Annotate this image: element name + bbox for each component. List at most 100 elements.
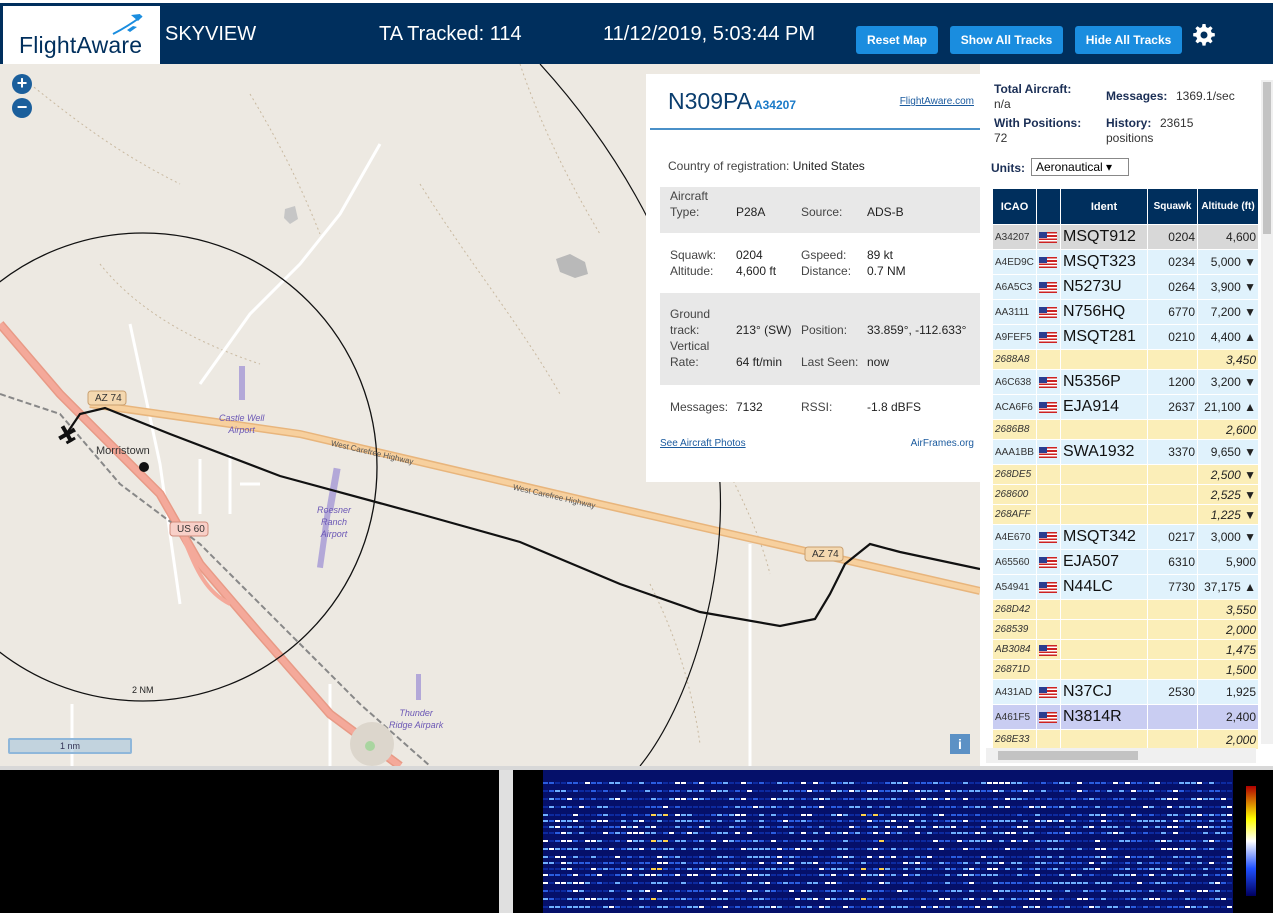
icao-cell: A9FEF5 xyxy=(992,324,1037,350)
table-row[interactable]: AAA1BB SWA1932 3370 9,650 ▼ xyxy=(992,439,1259,465)
flightaware-link[interactable]: FlightAware.com xyxy=(900,96,974,107)
squawk-cell xyxy=(1147,484,1198,505)
column-header-flag[interactable] xyxy=(1036,188,1061,225)
table-row[interactable]: 268E33 2,000 xyxy=(992,729,1259,750)
table-row[interactable]: A431AD N37CJ 2530 1,925 xyxy=(992,679,1259,705)
us-flag-icon xyxy=(1039,557,1057,569)
airframes-link[interactable]: AirFrames.org xyxy=(911,438,974,449)
altitude-cell: 3,000 ▼ xyxy=(1197,524,1259,550)
column-header-squawk[interactable]: Squawk xyxy=(1147,188,1198,225)
messages-label: Messages: xyxy=(1106,89,1168,103)
column-header-ident[interactable]: Ident xyxy=(1060,188,1148,225)
squawk-cell xyxy=(1147,504,1198,525)
icao-cell: A6A5C3 xyxy=(992,274,1037,300)
table-row[interactable]: ACA6F6 EJA914 2637 21,100 ▲ xyxy=(992,394,1259,420)
table-row[interactable]: 268DE5 2,500 ▼ xyxy=(992,464,1259,485)
reset-map-button[interactable]: Reset Map xyxy=(856,26,938,54)
altitude-cell: 2,000 xyxy=(1197,619,1259,640)
table-row[interactable]: 268600 2,525 ▼ xyxy=(992,484,1259,505)
squawk-cell: 0210 xyxy=(1147,324,1198,350)
flightaware-logo[interactable]: FlightAware xyxy=(3,6,160,64)
flag-cell xyxy=(1036,504,1061,525)
country-row: Country of registration: United States xyxy=(668,159,865,173)
sidebar-horizontal-scrollbar[interactable] xyxy=(986,748,1256,763)
altitude-cell: 2,600 xyxy=(1197,419,1259,440)
ident-cell: MSQT342 xyxy=(1060,524,1148,550)
flag-cell xyxy=(1036,619,1061,640)
show-all-tracks-button[interactable]: Show All Tracks xyxy=(950,26,1063,54)
icao-cell: A4ED9C xyxy=(992,249,1037,275)
column-header-icao[interactable]: ICAO xyxy=(992,188,1037,225)
altitude-cell: 1,475 xyxy=(1197,639,1259,660)
icao-cell: A431AD xyxy=(992,679,1037,705)
table-row[interactable]: A9FEF5 MSQT281 0210 4,400 ▲ xyxy=(992,324,1259,350)
zoom-out-button[interactable]: − xyxy=(12,98,32,118)
table-row[interactable]: 268AFF 1,225 ▼ xyxy=(992,504,1259,525)
table-row[interactable]: 268D42 3,550 xyxy=(992,599,1259,620)
zoom-in-button[interactable]: + xyxy=(12,74,32,94)
table-row[interactable]: A6A5C3 N5273U 0264 3,900 ▼ xyxy=(992,274,1259,300)
altitude-cell: 5,000 ▼ xyxy=(1197,249,1259,275)
flag-cell xyxy=(1036,574,1061,600)
altitude-cell: 2,000 xyxy=(1197,729,1259,750)
us-flag-icon xyxy=(1039,257,1057,269)
table-row[interactable]: 26871D 1,500 xyxy=(992,659,1259,680)
table-row[interactable]: A65560 EJA507 6310 5,900 xyxy=(992,549,1259,575)
ident-cell xyxy=(1060,504,1148,525)
table-row[interactable]: 2686B8 2,600 xyxy=(992,419,1259,440)
aircraft-hex: A34207 xyxy=(753,98,797,112)
table-row[interactable]: AB3084 1,475 xyxy=(992,639,1259,660)
squawk-cell xyxy=(1147,619,1198,640)
info-button[interactable]: i xyxy=(950,734,970,754)
table-row[interactable]: A4ED9C MSQT323 0234 5,000 ▼ xyxy=(992,249,1259,275)
table-row[interactable]: 2688A8 3,450 xyxy=(992,349,1259,370)
ident-cell: MSQT912 xyxy=(1060,224,1148,250)
table-row[interactable]: 268539 2,000 xyxy=(992,619,1259,640)
flag-cell xyxy=(1036,464,1061,485)
ident-cell xyxy=(1060,619,1148,640)
icao-cell: 268D42 xyxy=(992,599,1037,620)
messages-value: 1369.1/sec xyxy=(1176,89,1235,103)
icao-cell: A65560 xyxy=(992,549,1037,575)
ident-cell: N37CJ xyxy=(1060,679,1148,705)
squawk-cell: 6310 xyxy=(1147,549,1198,575)
us-flag-icon xyxy=(1039,712,1057,724)
type-row: Aircraft Type: P28A Source: ADS-B xyxy=(660,187,980,233)
gear-icon[interactable] xyxy=(1192,23,1216,47)
table-row[interactable]: A4E670 MSQT342 0217 3,000 ▼ xyxy=(992,524,1259,550)
flag-cell xyxy=(1036,704,1061,730)
table-row[interactable]: AA3111 N756HQ 6770 7,200 ▼ xyxy=(992,299,1259,325)
us-flag-icon xyxy=(1039,332,1057,344)
table-row[interactable]: A54941 N44LC 7730 37,175 ▲ xyxy=(992,574,1259,600)
hide-all-tracks-button[interactable]: Hide All Tracks xyxy=(1075,26,1182,54)
icao-cell: A4E670 xyxy=(992,524,1037,550)
us-flag-icon xyxy=(1039,307,1057,319)
table-row[interactable]: A6C638 N5356P 1200 3,200 ▼ xyxy=(992,369,1259,395)
altitude-cell: 9,650 ▼ xyxy=(1197,439,1259,465)
plane-icon xyxy=(112,14,143,35)
ident-cell xyxy=(1060,464,1148,485)
aircraft-photos-link[interactable]: See Aircraft Photos xyxy=(660,438,746,449)
icao-cell: 26871D xyxy=(992,659,1037,680)
icao-cell: ACA6F6 xyxy=(992,394,1037,420)
history-unit: positions xyxy=(1106,131,1154,145)
altitude-cell: 4,400 ▲ xyxy=(1197,324,1259,350)
top-bar: FlightAware SKYVIEW TA Tracked: 114 11/1… xyxy=(0,0,1273,64)
aircraft-marker-icon[interactable] xyxy=(55,422,80,447)
ident-cell xyxy=(1060,729,1148,750)
flag-cell xyxy=(1036,349,1061,370)
altitude-cell: 2,500 ▼ xyxy=(1197,464,1259,485)
table-row[interactable]: A461F5 N3814R 2,400 xyxy=(992,704,1259,730)
sidebar-vertical-scrollbar[interactable] xyxy=(1261,80,1273,744)
ident-cell: N756HQ xyxy=(1060,299,1148,325)
column-header-altitude[interactable]: Altitude (ft) xyxy=(1197,188,1259,225)
table-row[interactable]: A34207 MSQT912 0204 4,600 xyxy=(992,224,1259,250)
squawk-cell: 1200 xyxy=(1147,369,1198,395)
squawk-cell: 6770 xyxy=(1147,299,1198,325)
altitude-cell: 1,925 xyxy=(1197,679,1259,705)
flag-cell xyxy=(1036,484,1061,505)
flag-cell xyxy=(1036,549,1061,575)
units-select[interactable]: Aeronautical ▾ xyxy=(1031,158,1129,176)
icao-cell: 268600 xyxy=(992,484,1037,505)
squawk-cell: 0264 xyxy=(1147,274,1198,300)
